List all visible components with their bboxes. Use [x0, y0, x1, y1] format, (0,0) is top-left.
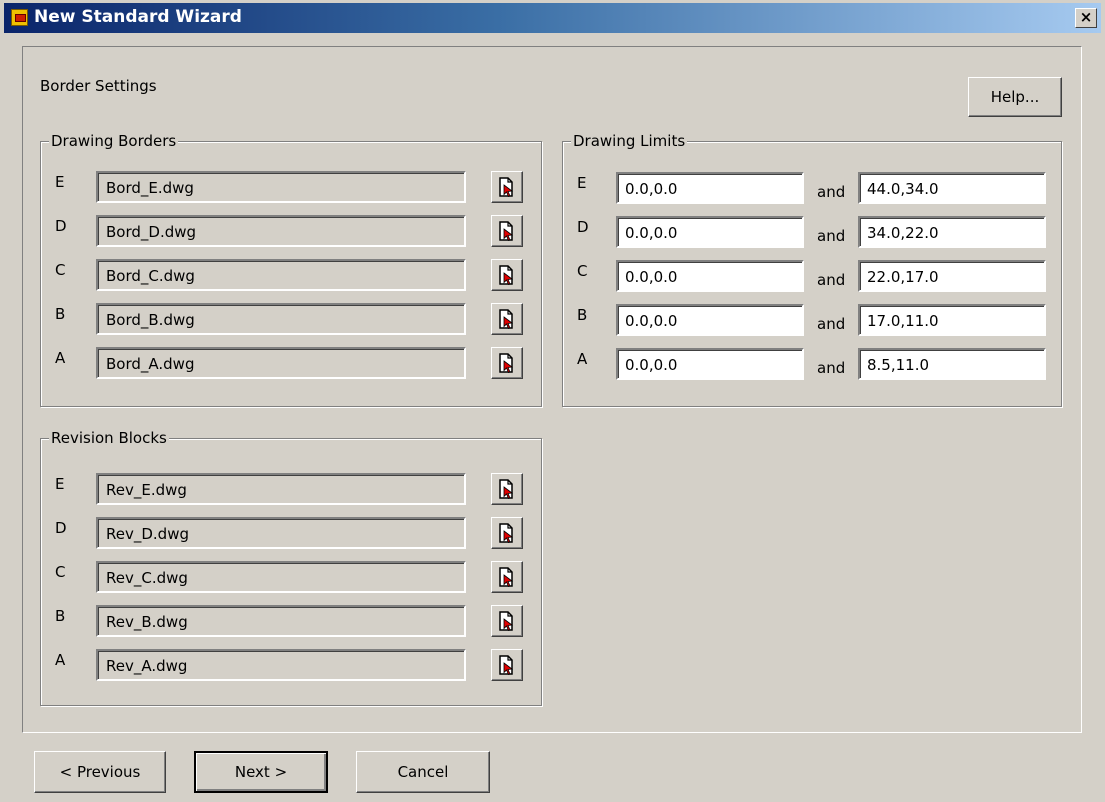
limit-to-input[interactable]: 8.5,11.0 — [858, 348, 1046, 380]
revision-row-e: E Rev_E.dwg — [41, 473, 541, 505]
browse-button[interactable] — [491, 517, 523, 549]
size-letter: A — [577, 350, 588, 368]
browse-file-icon — [499, 265, 514, 285]
title-bar: New Standard Wizard × — [4, 3, 1101, 33]
size-letter: B — [577, 306, 588, 324]
limit-to-input[interactable]: 44.0,34.0 — [858, 172, 1046, 204]
and-label: and — [817, 315, 846, 333]
limits-row-a: A 0.0,0.0 and 8.5,11.0 — [563, 348, 1061, 380]
cancel-button[interactable]: Cancel — [356, 751, 490, 793]
limit-to-input[interactable]: 17.0,11.0 — [858, 304, 1046, 336]
browse-button[interactable] — [491, 605, 523, 637]
limit-to-input[interactable]: 34.0,22.0 — [858, 216, 1046, 248]
drawing-limits-group: Drawing Limits E 0.0,0.0 and 44.0,34.0 D… — [562, 132, 1062, 407]
revision-row-b: B Rev_B.dwg — [41, 605, 541, 637]
browse-button[interactable] — [491, 259, 523, 291]
browse-button[interactable] — [491, 171, 523, 203]
size-letter: B — [55, 305, 66, 323]
size-letter: A — [55, 349, 66, 367]
limit-from-input[interactable]: 0.0,0.0 — [616, 216, 804, 248]
window-title: New Standard Wizard — [34, 7, 242, 27]
limit-to-input[interactable]: 22.0,17.0 — [858, 260, 1046, 292]
limits-row-e: E 0.0,0.0 and 44.0,34.0 — [563, 172, 1061, 204]
revision-file-field[interactable]: Rev_D.dwg — [96, 517, 466, 549]
revision-row-c: C Rev_C.dwg — [41, 561, 541, 593]
limit-from-input[interactable]: 0.0,0.0 — [616, 260, 804, 292]
border-row-a: A Bord_A.dwg — [41, 347, 541, 379]
app-icon — [11, 9, 28, 26]
size-letter: E — [55, 475, 65, 493]
size-letter: D — [55, 519, 67, 537]
revision-blocks-group: Revision Blocks E Rev_E.dwg D Rev_D.dwg … — [40, 429, 542, 706]
limits-row-c: C 0.0,0.0 and 22.0,17.0 — [563, 260, 1061, 292]
drawing-limits-title: Drawing Limits — [571, 132, 688, 150]
revision-blocks-title: Revision Blocks — [49, 429, 169, 447]
border-file-field[interactable]: Bord_E.dwg — [96, 171, 466, 203]
size-letter: C — [55, 563, 66, 581]
browse-button[interactable] — [491, 561, 523, 593]
limit-from-input[interactable]: 0.0,0.0 — [616, 348, 804, 380]
size-letter: E — [55, 173, 65, 191]
border-row-d: D Bord_D.dwg — [41, 215, 541, 247]
border-row-c: C Bord_C.dwg — [41, 259, 541, 291]
border-file-field[interactable]: Bord_B.dwg — [96, 303, 466, 335]
revision-row-d: D Rev_D.dwg — [41, 517, 541, 549]
drawing-borders-group: Drawing Borders E Bord_E.dwg D Bord_D.dw… — [40, 132, 542, 407]
close-icon: × — [1079, 8, 1093, 26]
next-button[interactable]: Next > — [194, 751, 328, 793]
browse-button[interactable] — [491, 473, 523, 505]
border-row-e: E Bord_E.dwg — [41, 171, 541, 203]
limits-row-b: B 0.0,0.0 and 17.0,11.0 — [563, 304, 1061, 336]
size-letter: C — [577, 262, 588, 280]
browse-file-icon — [499, 479, 514, 499]
browse-file-icon — [499, 221, 514, 241]
and-label: and — [817, 359, 846, 377]
help-button[interactable]: Help... — [968, 77, 1062, 117]
limit-from-input[interactable]: 0.0,0.0 — [616, 304, 804, 336]
browse-file-icon — [499, 611, 514, 631]
and-label: and — [817, 183, 846, 201]
border-file-field[interactable]: Bord_D.dwg — [96, 215, 466, 247]
browse-file-icon — [499, 353, 514, 373]
border-file-field[interactable]: Bord_A.dwg — [96, 347, 466, 379]
browse-button[interactable] — [491, 215, 523, 247]
size-letter: D — [55, 217, 67, 235]
size-letter: A — [55, 651, 66, 669]
border-file-field[interactable]: Bord_C.dwg — [96, 259, 466, 291]
revision-file-field[interactable]: Rev_E.dwg — [96, 473, 466, 505]
size-letter: C — [55, 261, 66, 279]
browse-file-icon — [499, 177, 514, 197]
browse-button[interactable] — [491, 649, 523, 681]
browse-file-icon — [499, 309, 514, 329]
limit-from-input[interactable]: 0.0,0.0 — [616, 172, 804, 204]
browse-file-icon — [499, 523, 514, 543]
browse-button[interactable] — [491, 347, 523, 379]
border-row-b: B Bord_B.dwg — [41, 303, 541, 335]
browse-file-icon — [499, 567, 514, 587]
revision-file-field[interactable]: Rev_B.dwg — [96, 605, 466, 637]
previous-button[interactable]: < Previous — [34, 751, 166, 793]
revision-row-a: A Rev_A.dwg — [41, 649, 541, 681]
and-label: and — [817, 227, 846, 245]
close-button[interactable]: × — [1075, 8, 1097, 28]
drawing-borders-title: Drawing Borders — [49, 132, 179, 150]
size-letter: E — [577, 174, 587, 192]
and-label: and — [817, 271, 846, 289]
size-letter: D — [577, 218, 589, 236]
browse-file-icon — [499, 655, 514, 675]
revision-file-field[interactable]: Rev_A.dwg — [96, 649, 466, 681]
revision-file-field[interactable]: Rev_C.dwg — [96, 561, 466, 593]
size-letter: B — [55, 607, 66, 625]
browse-button[interactable] — [491, 303, 523, 335]
page-heading: Border Settings — [40, 77, 157, 95]
limits-row-d: D 0.0,0.0 and 34.0,22.0 — [563, 216, 1061, 248]
